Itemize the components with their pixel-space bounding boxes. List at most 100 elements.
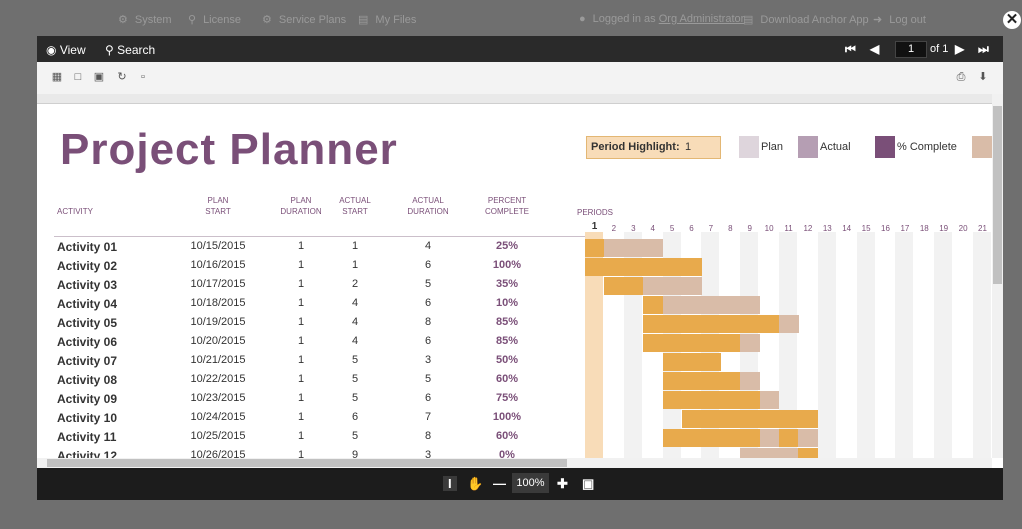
gantt-bar xyxy=(720,296,741,314)
plan-start-cell: 10/18/2015 xyxy=(190,297,246,309)
gantt-bar xyxy=(701,315,722,333)
zoom-out-icon[interactable]: — xyxy=(493,476,506,491)
activity-name: Activity 10 xyxy=(57,411,118,425)
last-page-icon[interactable]: ⏭ xyxy=(978,42,989,57)
period-highlight-value[interactable]: 1 xyxy=(685,137,691,158)
actual-duration-cell: 8 xyxy=(424,316,432,328)
rotate-icon[interactable]: ↻ xyxy=(116,71,128,83)
gantt-bar xyxy=(779,315,799,333)
activity-name: Activity 08 xyxy=(57,373,118,387)
gantt-bar xyxy=(682,277,702,295)
gantt-bar xyxy=(662,258,683,276)
fit-page-icon[interactable]: ▣ xyxy=(582,476,594,492)
top-nav: ⚙ System ⚲ License ⚙ Service Plans ▤ My File… xyxy=(0,0,1022,36)
nav-download[interactable]: ▤ Download Anchor App xyxy=(743,13,869,26)
gantt-bar xyxy=(740,334,761,352)
actual-start-cell: 6 xyxy=(351,411,359,423)
gantt-bar xyxy=(720,315,741,333)
gantt-bar xyxy=(662,372,683,390)
gantt-bar xyxy=(682,334,702,352)
text-select-icon[interactable]: I xyxy=(443,476,457,491)
gantt-column xyxy=(876,232,894,468)
print-icon[interactable]: ⎙ xyxy=(955,71,967,83)
gantt-bar xyxy=(759,315,780,333)
thumbnails-icon[interactable]: ▦ xyxy=(51,71,63,83)
document-page[interactable]: Project Planner Period Highlight: 1 Plan… xyxy=(37,94,1003,468)
plan-duration-cell: 1 xyxy=(297,297,305,309)
period-label: 8 xyxy=(728,224,733,233)
header-activity: ACTIVITY xyxy=(57,207,94,216)
activity-name: Activity 09 xyxy=(57,392,118,406)
percent-complete-cell: 100% xyxy=(492,411,522,423)
period-label: 2 xyxy=(611,224,617,233)
gantt-bar xyxy=(623,277,644,295)
next-page-icon[interactable]: ▶ xyxy=(955,42,964,56)
actual-duration-cell: 6 xyxy=(424,335,432,347)
fit-selection-icon[interactable]: ▣ xyxy=(93,71,105,83)
user-link[interactable]: Org Administrator xyxy=(659,13,745,25)
gantt-bar xyxy=(720,410,741,428)
plan-duration-cell: 1 xyxy=(297,259,305,271)
gantt-bar xyxy=(701,334,722,352)
plan-start-cell: 10/23/2015 xyxy=(190,392,246,404)
zoom-level[interactable]: 100% xyxy=(512,473,549,493)
gantt-bar xyxy=(701,391,722,409)
activity-name: Activity 02 xyxy=(57,259,118,273)
percent-complete-cell: 85% xyxy=(495,335,519,347)
gantt-bar xyxy=(662,429,683,447)
prev-page-icon[interactable]: ◀ xyxy=(870,42,879,56)
gantt-bar xyxy=(662,296,683,314)
plan-start-cell: 10/20/2015 xyxy=(190,335,246,347)
horizontal-scroll-thumb[interactable] xyxy=(47,459,567,467)
period-label: 13 xyxy=(822,224,832,233)
page-title: Project Planner xyxy=(60,125,398,174)
actual-start-cell: 4 xyxy=(351,297,359,309)
zoom-in-icon[interactable]: ✚ xyxy=(557,476,568,492)
actual-start-cell: 1 xyxy=(351,240,359,252)
legend-plan-swatch xyxy=(739,136,759,158)
gantt-bar xyxy=(740,391,761,409)
page-number-input[interactable]: 1 xyxy=(895,41,927,58)
gantt-bar xyxy=(604,258,625,276)
period-label: 17 xyxy=(900,224,910,233)
gantt-bar xyxy=(662,334,683,352)
gantt-bar xyxy=(759,410,780,428)
gantt-bar xyxy=(585,258,605,276)
plan-start-cell: 10/21/2015 xyxy=(190,354,246,366)
gantt-bar xyxy=(585,239,605,257)
pin-icon: ⚲ xyxy=(188,14,197,26)
pan-hand-icon[interactable]: ✋ xyxy=(467,476,483,492)
comment-icon[interactable]: □ xyxy=(72,71,84,83)
nav-system[interactable]: ⚙ System xyxy=(118,13,172,26)
download-icon[interactable]: ⬇ xyxy=(977,71,989,83)
search-icon: ⚲ xyxy=(105,43,114,57)
first-page-icon[interactable]: ⏮ xyxy=(845,42,856,57)
nav-license[interactable]: ⚲ License xyxy=(188,13,241,26)
percent-complete-cell: 75% xyxy=(495,392,519,404)
nav-service-plans[interactable]: ⚙ Service Plans xyxy=(262,13,346,26)
plan-start-cell: 10/15/2015 xyxy=(190,240,246,252)
period-highlight-label: Period Highlight: xyxy=(591,141,680,153)
plan-duration-cell: 1 xyxy=(297,392,305,404)
gantt-bar xyxy=(643,334,664,352)
viewer-toolbar: ▦ □ ▣ ↻ ▫ ⎙ ⬇ xyxy=(37,62,1003,94)
period-label: 11 xyxy=(784,224,793,233)
gantt-bar xyxy=(682,429,702,447)
plan-duration-cell: 1 xyxy=(297,354,305,366)
bookmark-icon[interactable]: ▫ xyxy=(137,71,149,83)
header-periods: PERIODS xyxy=(577,208,614,217)
gantt-bar xyxy=(759,391,780,409)
gantt-bar xyxy=(798,429,819,447)
gantt-column xyxy=(953,232,972,468)
period-label: 9 xyxy=(747,224,752,233)
nav-my-files[interactable]: ▤ My Files xyxy=(358,13,416,26)
period-label: 21 xyxy=(978,224,987,233)
nav-logout[interactable]: ➜ Log out xyxy=(873,13,926,26)
legend-actual-label: Actual xyxy=(820,141,851,153)
vertical-scroll-thumb[interactable] xyxy=(993,106,1002,284)
legend-actual-swatch xyxy=(798,136,818,158)
tab-view[interactable]: ◉ View xyxy=(46,43,86,57)
activity-name: Activity 04 xyxy=(57,297,118,311)
close-icon[interactable]: ✕ xyxy=(1003,11,1021,29)
tab-search[interactable]: ⚲ Search xyxy=(105,43,155,57)
